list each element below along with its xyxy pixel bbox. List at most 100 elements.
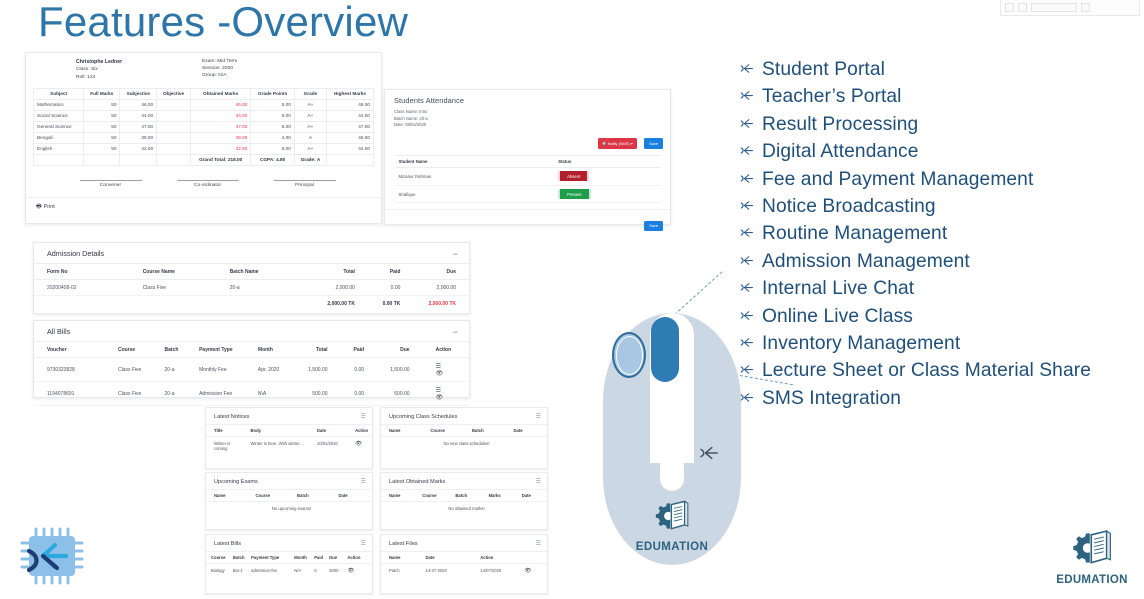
status-badge-absent[interactable]: Absent — [558, 171, 590, 182]
latest-bills-table: Course Batch Payment Type Month Paid Due… — [206, 551, 372, 577]
feature-item: SMS Integration — [740, 387, 1140, 410]
cell-grade: A+ — [293, 98, 327, 111]
artifact-box-3 — [1031, 3, 1077, 12]
cell-points: 4.00 — [250, 131, 295, 144]
cell-action: ☰ 👁 — [422, 357, 469, 382]
col-full-marks: Full Marks — [83, 87, 121, 100]
cell-obtained: 44.00 — [189, 109, 252, 122]
col-name: Name — [381, 551, 418, 564]
latest-files-table: Name Date Action Patch 14-07-2020 14/07/… — [381, 551, 547, 577]
attendance-date: Date: 08/04/2020 — [394, 122, 427, 128]
table-row: 1194078691 Class Five 20-a Admission Fee… — [34, 381, 469, 406]
empty-row: No obtained marks! — [381, 502, 547, 515]
col-paid: Paid — [367, 264, 414, 280]
card-icon[interactable]: ☰ — [436, 363, 441, 370]
col-form-no: Form No — [34, 264, 130, 280]
student-info: Christophe Ledner Class: Six Roll: 124 — [26, 59, 201, 82]
collapse-icon[interactable]: − — [453, 249, 458, 258]
cell-student-name: Shafique — [394, 185, 555, 204]
feature-label: Inventory Management — [762, 332, 961, 354]
col-batch: Batch — [447, 489, 481, 502]
table-row: 9730323828 Class Five 20-a Monthly Fee A… — [34, 357, 469, 382]
col-course: Course — [206, 551, 231, 564]
feature-label: Student Portal — [762, 59, 885, 80]
all-bills-table: Voucher Course Batch Payment Type Month … — [34, 342, 469, 406]
cell-batch: 20-a — [151, 381, 187, 406]
card-icon[interactable]: ☰ — [436, 387, 441, 394]
col-due: Due — [327, 551, 346, 564]
student-roll: Roll: 124 — [76, 74, 96, 80]
feature-item: Admission Management — [740, 250, 1140, 273]
status-badge-present[interactable]: Present — [558, 189, 591, 199]
table-row: 20200408-02 Class Five 20-a 2,000.00 0.0… — [34, 279, 469, 296]
signature-convener: Convener — [79, 179, 142, 188]
feature-label: SMS Integration — [762, 387, 902, 409]
cell-subject: Bengali — [32, 131, 85, 144]
eye-icon[interactable]: 👁 — [436, 370, 444, 377]
feature-label: Admission Management — [762, 250, 970, 272]
cell-due: 3000 — [329, 567, 339, 573]
cell-student-name: Mizanur Rahman — [394, 167, 555, 186]
cell-paid: 0.00 — [340, 357, 378, 382]
feature-label: Online Live Class — [762, 305, 914, 327]
cell-objective — [156, 98, 191, 111]
cell-title: Winter is coming — [214, 440, 231, 451]
page-title: Features -Overview — [38, 0, 409, 45]
col-highest-marks: Highest Marks — [325, 87, 375, 100]
cell-points: 5.00 — [250, 98, 295, 111]
summary-total: 2,000.00 TK — [327, 300, 355, 307]
bird-bullet-icon — [740, 117, 762, 135]
eye-icon[interactable]: 👁 — [355, 441, 362, 447]
cell-due: 500.00 — [377, 381, 423, 406]
gear-book-icon — [1073, 530, 1111, 564]
eye-icon[interactable]: 👁 — [524, 568, 531, 574]
upcoming-exams-card: Upcoming Exams ☰ Name Course Batch Date … — [205, 472, 373, 530]
signature-line — [176, 179, 239, 181]
cell-subjective: 46.00 — [119, 98, 158, 111]
feature-label: Result Processing — [762, 113, 919, 135]
cell-paid: 0 — [314, 567, 317, 573]
feature-item: Result Processing — [740, 113, 1140, 136]
marks-summary-row: Grand Total: 218.00 CGPA: 4.80 Grade: A — [32, 153, 375, 166]
eye-icon[interactable]: 👁 — [347, 568, 354, 574]
marks-table: Subject Full Marks Subjective Objective … — [32, 87, 375, 166]
print-button[interactable]: 🖶 Print — [26, 196, 381, 212]
collapse-icon[interactable]: − — [453, 327, 458, 336]
feature-item: Internal Live Chat — [740, 277, 1140, 300]
col-month: Month — [244, 342, 296, 358]
col-course: Course — [104, 342, 152, 358]
col-batch: Batch — [289, 489, 331, 502]
list-icon[interactable]: ☰ — [361, 540, 366, 547]
col-date: Date — [505, 424, 547, 437]
list-icon[interactable]: ☰ — [536, 540, 541, 547]
list-icon[interactable]: ☰ — [536, 413, 541, 420]
col-course-name: Course Name — [129, 264, 217, 280]
feature-item: Student Portal — [740, 58, 1140, 81]
col-batch: Batch — [151, 342, 187, 358]
bird-bullet-icon — [740, 172, 762, 190]
col-date: Date — [513, 489, 547, 502]
attendance-footer: Save — [385, 209, 670, 232]
admission-table: Form No Course Name Batch Name Total Pai… — [34, 264, 469, 311]
table-row: Bengali 50 39.00 39.00 4.00 A 46.00 — [32, 131, 375, 144]
attendance-footer-save-button[interactable]: Save — [644, 220, 663, 232]
cell-grade: A+ — [293, 109, 327, 122]
col-paid: Paid — [340, 342, 378, 358]
col-name: Name — [381, 424, 423, 437]
bird-bullet-icon — [740, 336, 762, 354]
all-bills-header-row: Voucher Course Batch Payment Type Month … — [34, 342, 469, 358]
cell-batch: 20-a — [216, 279, 313, 296]
empty-message: No new class schedules! — [443, 440, 490, 446]
list-icon[interactable]: ☰ — [361, 478, 366, 485]
list-icon[interactable]: ☰ — [536, 478, 541, 485]
attendance-save-button[interactable]: Save — [644, 138, 663, 149]
eye-icon[interactable]: 👁 — [436, 394, 444, 401]
artifact-box-2 — [1018, 3, 1027, 12]
table-row: Mathematics 50 46.00 46.00 5.00 A+ 46.00 — [32, 98, 375, 111]
list-icon[interactable]: ☰ — [361, 413, 366, 420]
cell-name: Patch — [389, 567, 400, 573]
feature-label: Routine Management — [762, 223, 948, 245]
feature-label: Notice Broadcasting — [762, 195, 936, 217]
cell-subjective: 44.00 — [119, 109, 158, 122]
notify-sms-button[interactable]: 📢 Notify (SMS) ▾ — [597, 138, 637, 149]
